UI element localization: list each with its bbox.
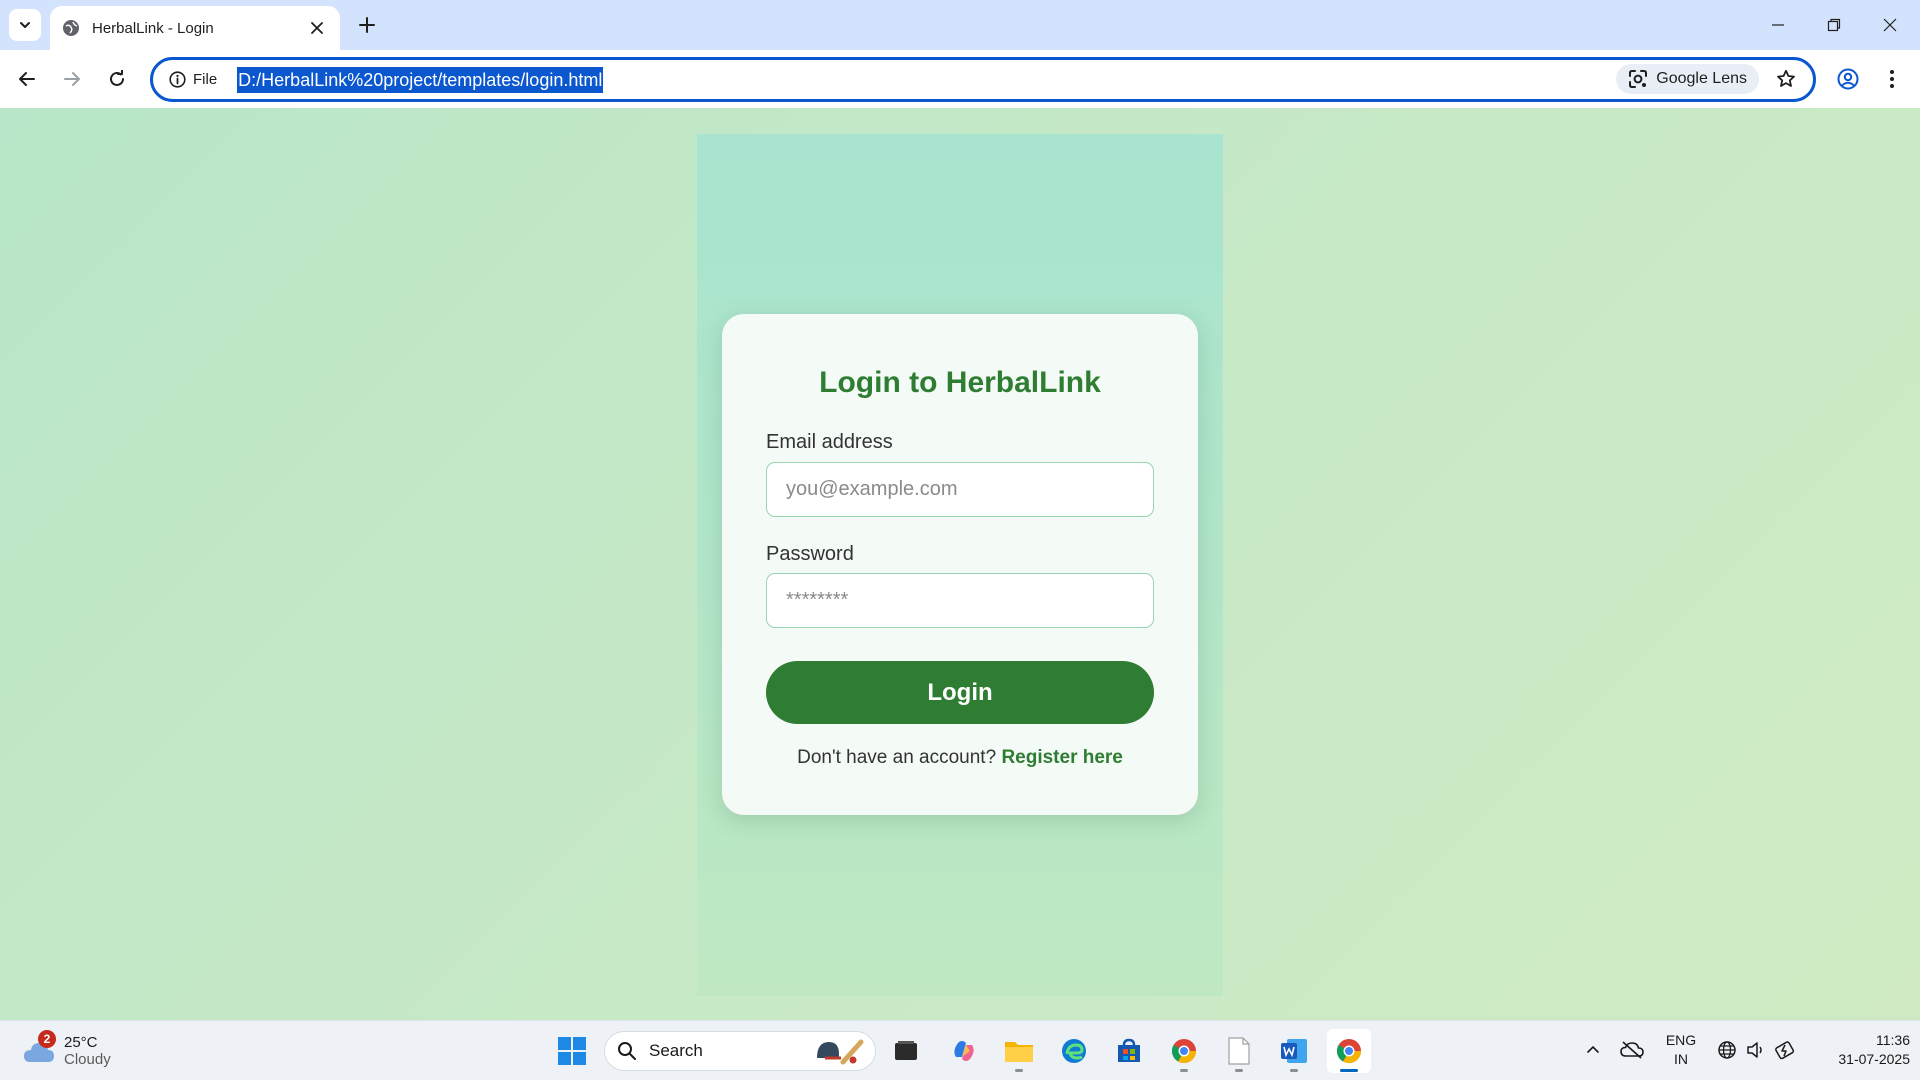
taskbar-search-box[interactable]: Search [604, 1031, 876, 1071]
taskbar: 2 25°C Cloudy Search ENG IN 11:36 31-07-… [0, 1020, 1920, 1080]
login-button[interactable]: Login [766, 661, 1154, 724]
email-label: Email address [766, 431, 893, 453]
restore-icon [1827, 18, 1841, 32]
taskbar-notepad[interactable] [1217, 1029, 1261, 1073]
tab-strip: HerbalLink - Login [0, 0, 1920, 50]
register-prompt: Don't have an account? Register here [722, 747, 1198, 769]
windows-icon [558, 1037, 586, 1065]
minimize-button[interactable] [1750, 0, 1806, 50]
battery-charging-icon [1775, 1041, 1795, 1060]
profile-button[interactable] [1830, 61, 1866, 97]
search-icon [618, 1042, 636, 1060]
copilot-icon [954, 1041, 974, 1061]
restore-button[interactable] [1806, 0, 1862, 50]
minimize-icon [1772, 24, 1784, 26]
google-lens-button[interactable]: Google Lens [1616, 64, 1759, 94]
profile-icon [1837, 68, 1859, 90]
running-indicator [1015, 1069, 1023, 1072]
speaker-icon [1747, 1042, 1762, 1058]
reload-icon [110, 70, 124, 86]
clock-time: 11:36 [1876, 1032, 1910, 1048]
tab-search-button[interactable] [9, 9, 41, 41]
chevron-down-icon [20, 22, 30, 28]
taskbar-word[interactable] [1272, 1029, 1316, 1073]
page-viewport: Login to HerbalLink Email address Passwo… [0, 108, 1920, 1020]
edge-icon [1062, 1039, 1086, 1063]
register-link[interactable]: Register here [1001, 747, 1122, 768]
battery-button[interactable] [1771, 1035, 1801, 1065]
taskbar-edge[interactable] [1052, 1029, 1096, 1073]
arrow-right-icon [64, 72, 80, 86]
url-text[interactable]: D:/HerbalLink%20project/templates/login.… [237, 66, 604, 93]
weather-badge: 2 [38, 1030, 56, 1048]
tab-title: HerbalLink - Login [92, 19, 214, 37]
running-indicator [1235, 1069, 1243, 1072]
volume-button[interactable] [1741, 1035, 1771, 1065]
region-code: IN [1674, 1051, 1688, 1067]
language-indicator[interactable]: ENG IN [1660, 1031, 1702, 1069]
password-label: Password [766, 543, 854, 565]
taskbar-copilot[interactable] [942, 1029, 986, 1073]
chevron-up-icon [1587, 1045, 1599, 1053]
login-card: Login to HerbalLink Email address Passwo… [722, 314, 1198, 815]
clock[interactable]: 11:36 31-07-2025 [1810, 1031, 1910, 1069]
back-button[interactable] [9, 61, 45, 97]
weather-widget[interactable]: 2 25°C Cloudy [22, 1029, 111, 1073]
cloud-icon: 2 [22, 1030, 56, 1066]
cloud-offline-icon [1620, 1041, 1644, 1059]
store-icon [1118, 1038, 1140, 1062]
password-input[interactable] [766, 573, 1154, 628]
running-indicator [1180, 1069, 1188, 1072]
running-indicator [1290, 1069, 1298, 1072]
start-button[interactable] [552, 1031, 592, 1071]
reload-button[interactable] [99, 61, 135, 97]
plus-icon [359, 17, 375, 33]
address-bar[interactable]: File D:/HerbalLink%20project/templates/l… [150, 57, 1816, 102]
close-icon [1883, 18, 1897, 32]
google-lens-icon [1629, 70, 1648, 88]
email-input[interactable] [766, 462, 1154, 517]
forward-button[interactable] [54, 61, 90, 97]
folder-icon [1005, 1042, 1033, 1062]
show-hidden-icons-button[interactable] [1578, 1035, 1608, 1065]
weather-condition: Cloudy [64, 1051, 111, 1068]
taskbar-chrome-active[interactable] [1327, 1029, 1371, 1073]
site-info-label: File [193, 71, 218, 88]
taskbar-file-explorer[interactable] [997, 1029, 1041, 1073]
browser-menu-button[interactable] [1874, 61, 1910, 97]
google-lens-label: Google Lens [1656, 70, 1747, 87]
clock-date: 31-07-2025 [1838, 1051, 1910, 1067]
network-button[interactable] [1712, 1035, 1742, 1065]
word-icon [1281, 1039, 1307, 1063]
close-tab-icon[interactable] [306, 17, 328, 39]
taskbar-task-view[interactable] [884, 1029, 928, 1073]
star-icon [1777, 69, 1795, 87]
chrome-icon [1171, 1039, 1196, 1064]
login-title: Login to HerbalLink [819, 366, 1101, 399]
active-indicator [1340, 1069, 1358, 1072]
browser-toolbar: File D:/HerbalLink%20project/templates/l… [0, 50, 1920, 108]
taskbar-chrome[interactable] [1162, 1029, 1206, 1073]
globe-icon [62, 19, 80, 37]
more-vertical-icon [1890, 70, 1894, 88]
taskbar-store[interactable] [1107, 1029, 1151, 1073]
site-info-button[interactable]: File [163, 65, 223, 95]
onedrive-status-button[interactable] [1617, 1035, 1647, 1065]
globe-icon [1718, 1041, 1736, 1059]
new-tab-button[interactable] [351, 9, 383, 41]
register-prompt-text: Don't have an account? [797, 747, 997, 768]
document-icon [1228, 1037, 1250, 1065]
info-icon [169, 71, 186, 88]
chrome-icon [1336, 1039, 1361, 1064]
cricket-helmet-icon [817, 1039, 864, 1065]
close-window-button[interactable] [1862, 0, 1918, 50]
language-code: ENG [1665, 1032, 1697, 1048]
taskbar-search-label: Search [649, 1041, 703, 1060]
arrow-left-icon [19, 72, 35, 86]
task-view-icon [895, 1041, 917, 1060]
browser-tab[interactable]: HerbalLink - Login [50, 6, 340, 50]
bookmark-button[interactable] [1771, 64, 1801, 94]
weather-temperature: 25°C [64, 1034, 98, 1051]
